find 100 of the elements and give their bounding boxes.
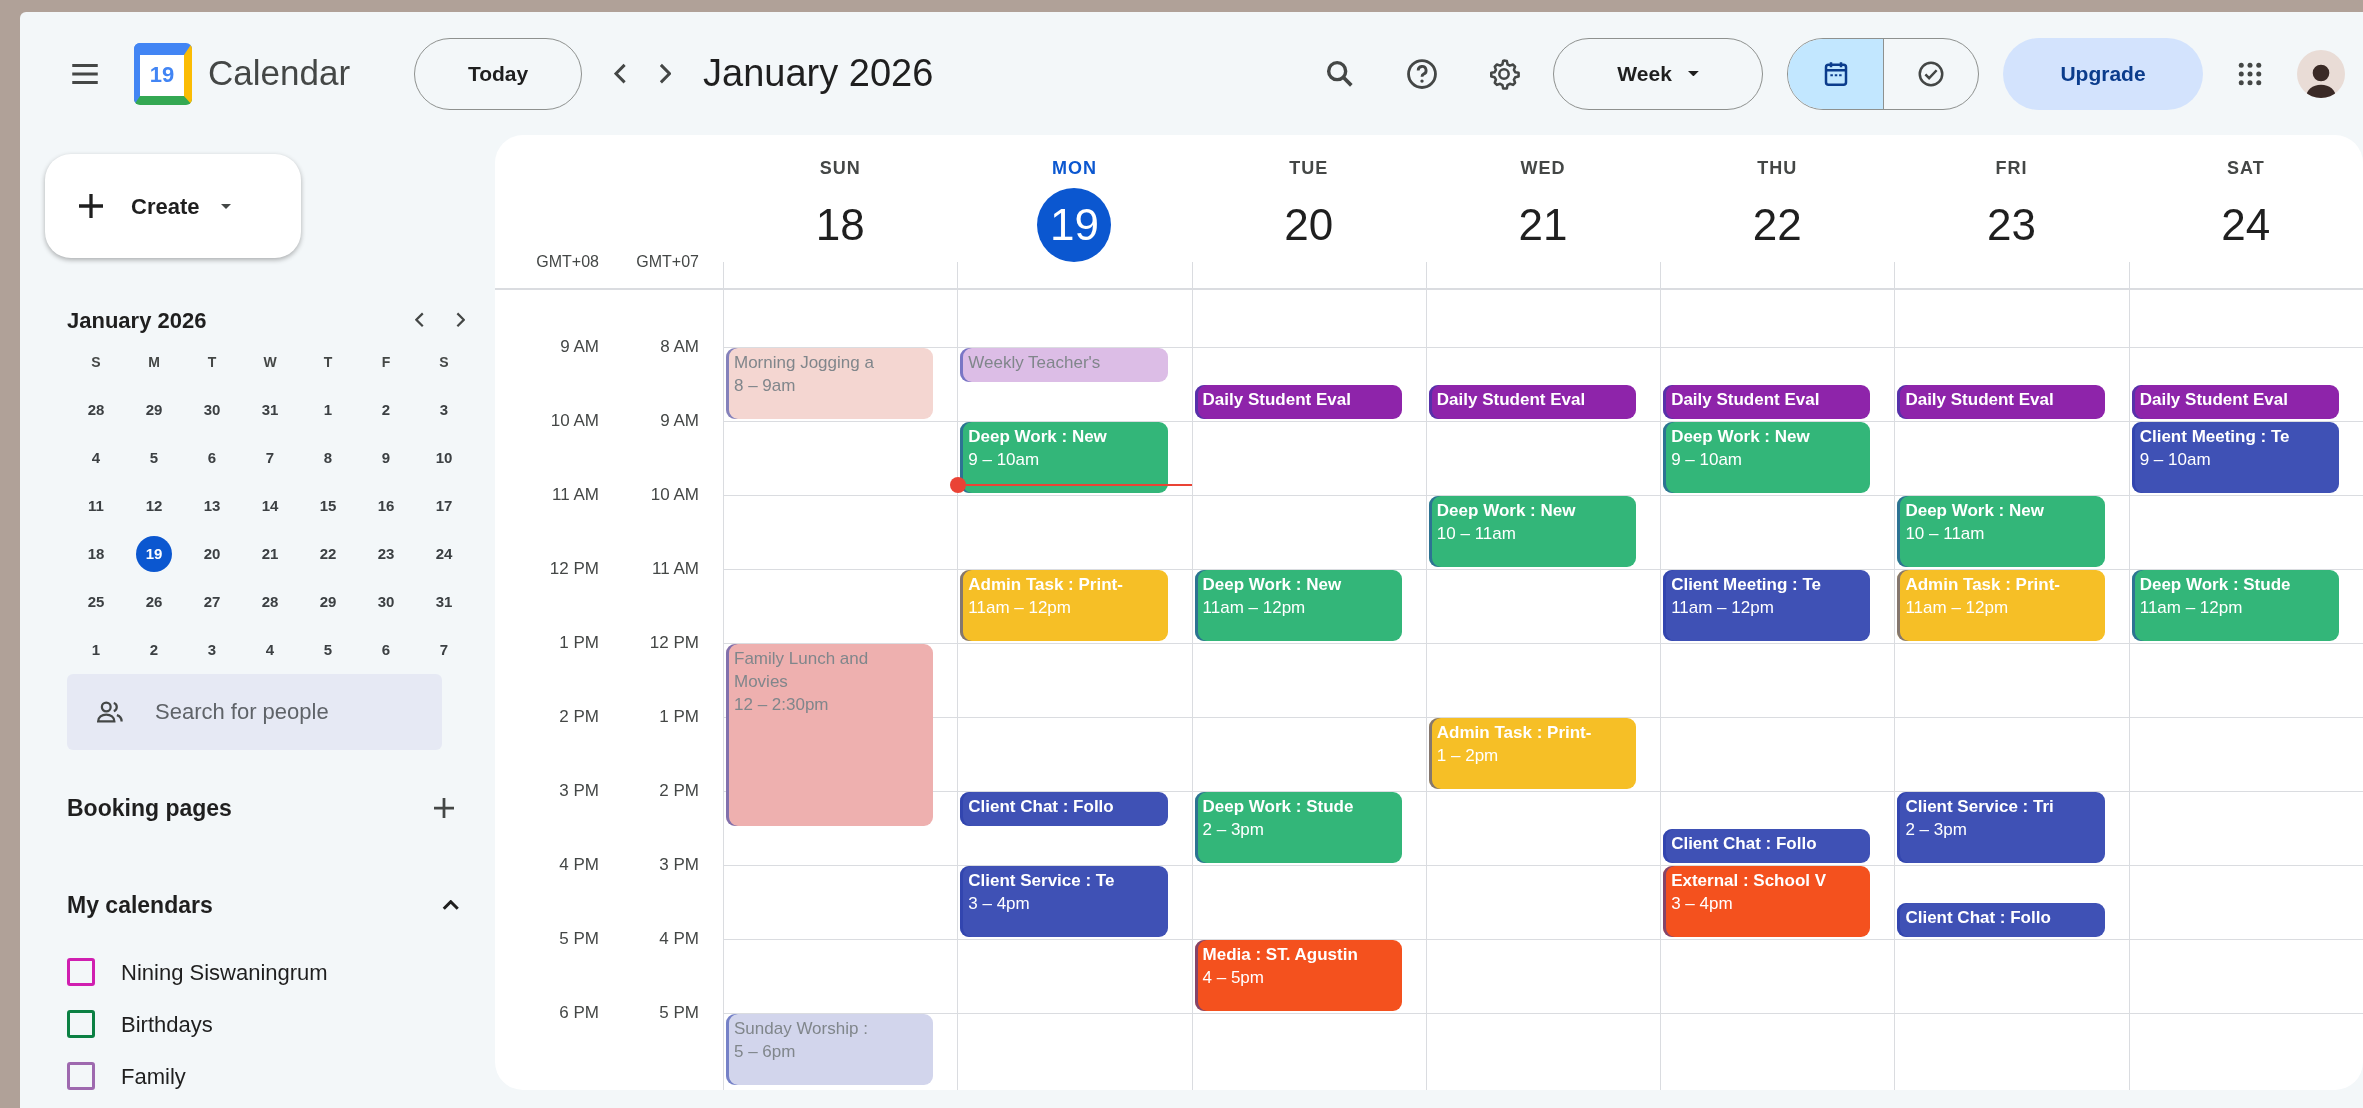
mini-calendar-day[interactable]: 29 — [136, 392, 172, 428]
calendar-checkbox[interactable] — [67, 1062, 95, 1090]
create-button[interactable]: Create — [45, 154, 301, 258]
mini-calendar-day[interactable]: 15 — [310, 488, 346, 524]
mini-calendar-day[interactable]: 2 — [136, 632, 172, 668]
mini-calendar-day[interactable]: 5 — [310, 632, 346, 668]
mini-calendar-day[interactable]: 31 — [426, 584, 462, 620]
day-number[interactable]: 18 — [803, 188, 878, 262]
mini-calendar-day[interactable]: 17 — [426, 488, 462, 524]
mini-calendar-day[interactable]: 26 — [136, 584, 172, 620]
hour-label: 11 AM — [651, 558, 699, 581]
event-chip[interactable]: Client Meeting : Te 9 – 10am — [2131, 422, 2339, 493]
calendar-name[interactable]: Nining Siswaningrum — [121, 955, 328, 989]
mini-calendar-day[interactable]: 28 — [252, 584, 288, 620]
event-title: External : School V — [1671, 870, 1828, 892]
calendar-checkbox[interactable] — [67, 1010, 95, 1038]
day-number[interactable]: 20 — [1271, 188, 1346, 262]
mini-calendar-day[interactable]: 9 — [368, 440, 404, 476]
mini-calendar-day[interactable]: 3 — [426, 392, 462, 428]
calendar-view-toggle[interactable] — [1788, 38, 1883, 109]
event-title: Client Service : Tri — [1905, 796, 2055, 818]
event-chip[interactable]: Client Service : Tri 2 – 3pm — [1897, 792, 2105, 863]
mini-calendar-day[interactable]: 13 — [194, 488, 230, 524]
calendar-name[interactable]: Birthdays — [121, 1007, 213, 1041]
event-title: Deep Work : New — [1671, 426, 1811, 448]
avatar[interactable] — [2297, 49, 2345, 98]
weekday-label: MON — [1051, 157, 1097, 180]
mini-calendar-day[interactable]: 4 — [252, 632, 288, 668]
event-time: 9 – 10am — [2139, 449, 2212, 471]
mini-calendar-day[interactable]: 10 — [426, 440, 462, 476]
caret-icon — [1687, 70, 1699, 77]
mini-calendar-day[interactable]: 30 — [194, 392, 230, 428]
day-number[interactable]: 22 — [1740, 188, 1815, 262]
event-chip[interactable]: Daily Student Eval — [1428, 385, 1637, 419]
mini-calendar-day[interactable]: 24 — [426, 536, 462, 572]
mini-calendar-day[interactable]: 1 — [78, 632, 114, 668]
weekday-label: TUE — [1289, 157, 1329, 180]
event-chip[interactable]: Daily Student Eval — [1663, 385, 1871, 419]
mini-calendar-day[interactable]: 25 — [78, 584, 114, 620]
mini-calendar-day[interactable]: 3 — [194, 632, 230, 668]
app-title: Calendar — [208, 52, 351, 95]
mini-calendar-day[interactable]: 22 — [310, 536, 346, 572]
mini-calendar-day[interactable]: 6 — [368, 632, 404, 668]
mini-calendar-day[interactable]: 19 — [136, 536, 172, 572]
mini-calendar-day[interactable]: 7 — [252, 440, 288, 476]
event-chip[interactable]: Daily Student Eval — [1194, 385, 1402, 419]
event-time: 10 – 11am — [1436, 523, 1517, 545]
event-title: Admin Task : Print- — [968, 574, 1124, 596]
event-title: Client Meeting : Te — [2139, 426, 2291, 448]
mini-calendar-day[interactable]: 29 — [310, 584, 346, 620]
event-time: 11am – 12pm — [968, 597, 1072, 619]
hour-label: 5 PM — [658, 1002, 699, 1025]
hour-label: 4 PM — [558, 854, 599, 877]
mini-calendar-day[interactable]: 14 — [252, 488, 288, 524]
mini-calendar-day[interactable]: 18 — [78, 536, 114, 572]
event-chip[interactable]: Client Chat : Follo — [1897, 903, 2105, 937]
mini-calendar-day[interactable]: 27 — [194, 584, 230, 620]
calendar-checkbox[interactable] — [67, 958, 95, 986]
mini-calendar-day[interactable]: 16 — [368, 488, 404, 524]
event-chip[interactable]: Client Service : Te 3 – 4pm — [960, 866, 1168, 937]
mini-calendar-day[interactable]: 8 — [310, 440, 346, 476]
mini-calendar-day[interactable]: 6 — [194, 440, 230, 476]
event-time: 5 – 6pm — [734, 1041, 797, 1063]
mini-calendar-day[interactable]: 7 — [426, 632, 462, 668]
day-number[interactable]: 24 — [2208, 188, 2283, 262]
upgrade-button[interactable]: Upgrade — [2003, 37, 2203, 110]
event-title: Daily Student Eval — [1905, 389, 2055, 411]
caret-icon — [221, 203, 232, 209]
event-title: Deep Work : New — [968, 426, 1108, 448]
calendar-name[interactable]: Family — [121, 1059, 186, 1093]
mini-calendar-day[interactable]: 21 — [252, 536, 288, 572]
mini-calendar-day[interactable]: 1 — [310, 392, 346, 428]
mini-calendar-day[interactable]: 30 — [368, 584, 404, 620]
day-number[interactable]: 21 — [1506, 188, 1580, 262]
mini-calendar-day[interactable]: 5 — [136, 440, 172, 476]
chevron-right-icon — [455, 312, 465, 328]
mini-calendar-month: January 2026 — [67, 306, 207, 335]
mini-calendar-day[interactable]: 4 — [78, 440, 114, 476]
event-chip[interactable]: Client Chat : Follo — [960, 792, 1168, 826]
hour-label: 3 PM — [658, 854, 699, 877]
hour-label: 11 AM — [551, 484, 599, 507]
mini-calendar-day[interactable]: 23 — [368, 536, 404, 572]
mini-calendar-day[interactable]: 20 — [194, 536, 230, 572]
event-chip[interactable]: Client Chat : Follo — [1663, 829, 1871, 863]
event-chip[interactable]: Daily Student Eval — [1897, 385, 2105, 419]
event-title: Weekly Teacher's — [968, 352, 1102, 374]
event-title: Daily Student Eval — [1202, 389, 1352, 411]
mini-calendar-day[interactable]: 2 — [368, 392, 404, 428]
mini-calendar-day[interactable]: 28 — [78, 392, 114, 428]
logo-date-text: 19 — [149, 64, 175, 86]
mini-calendar-day[interactable]: 11 — [78, 488, 114, 524]
event-chip[interactable]: Daily Student Eval — [2131, 385, 2339, 419]
day-number[interactable]: 23 — [1974, 188, 2049, 262]
event-chip[interactable]: Client Meeting : Te 11am – 12pm — [1663, 570, 1871, 641]
mini-calendar-day[interactable]: 31 — [252, 392, 288, 428]
chevron-left-icon — [414, 312, 424, 328]
people-search-field[interactable]: Search for people — [67, 674, 442, 750]
event-time: 10 – 11am — [1905, 523, 1986, 545]
mini-calendar-day[interactable]: 12 — [136, 488, 172, 524]
day-number[interactable]: 19 — [1037, 188, 1112, 262]
